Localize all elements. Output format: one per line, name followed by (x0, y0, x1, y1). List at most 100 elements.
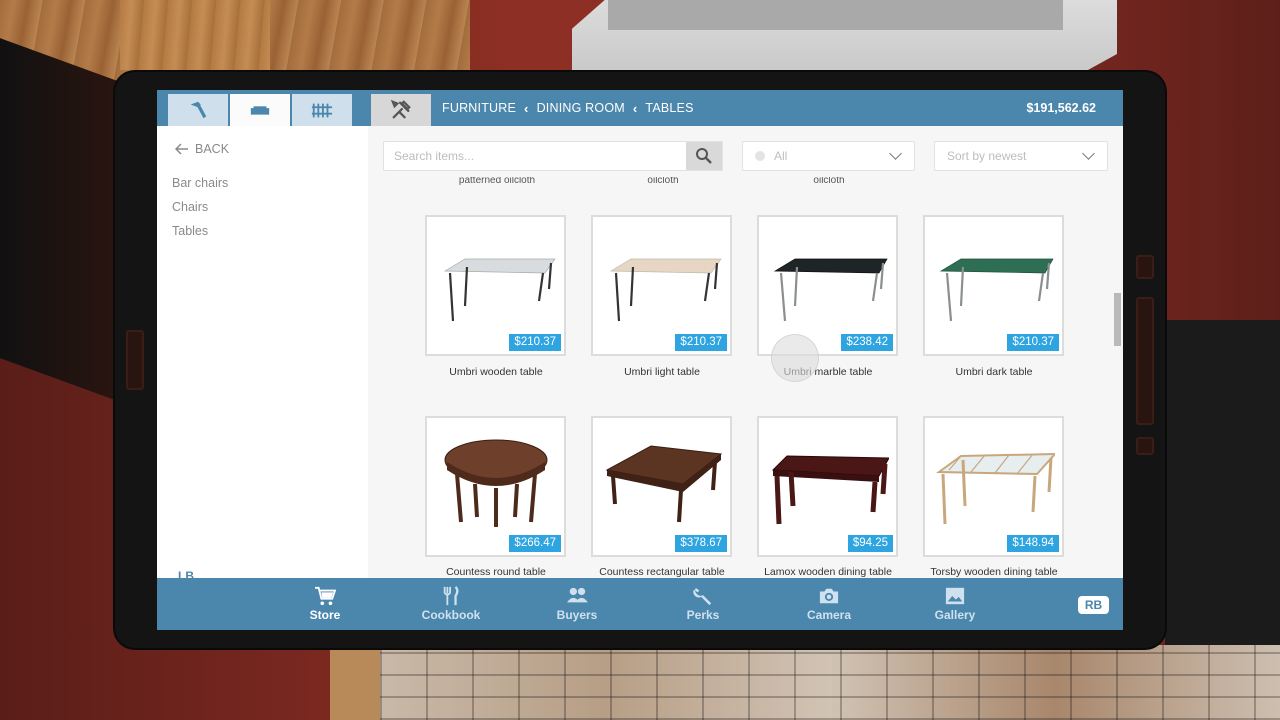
filter-color-dot (755, 151, 765, 161)
nav-label: Camera (806, 608, 852, 622)
nav-label: Buyers (556, 608, 598, 622)
nav-buyers[interactable]: Buyers (527, 578, 627, 630)
tiled-floor (380, 645, 1280, 720)
item-name: oilcloth (813, 177, 845, 186)
people-icon (567, 587, 588, 603)
table-image (936, 452, 1055, 525)
price-tag: $378.67 (675, 535, 727, 552)
sort-dropdown[interactable]: Sort by newest (934, 141, 1108, 171)
nav-camera[interactable]: Camera (779, 578, 879, 630)
item-card-umbri-dark-table[interactable]: $210.37 (923, 215, 1064, 356)
tab-furniture[interactable] (230, 94, 290, 126)
nav-label: Cookbook (421, 608, 481, 622)
arrow-left-icon (175, 143, 188, 155)
search-box (383, 141, 723, 171)
item-name: Countess rectangular table (599, 566, 725, 578)
search-icon (696, 148, 712, 164)
tab-tools-hammer[interactable] (168, 94, 228, 126)
sidebar-item-tables[interactable]: Tables (172, 224, 208, 238)
breadcrumb-tables: TABLES (645, 101, 694, 115)
table-image (609, 258, 722, 322)
item-name: Umbri wooden table (449, 366, 543, 378)
table-image (773, 258, 888, 322)
item-name: patterned oilcloth (458, 177, 536, 186)
door-shadow (0, 38, 120, 402)
price-tag: $266.47 (509, 535, 561, 552)
table-image (443, 258, 556, 322)
nav-label: Perks (686, 608, 720, 622)
nav-label: Store (309, 608, 341, 622)
search-button[interactable] (686, 142, 722, 170)
bottom-nav: Store Cookbook Buyers Perks Camera Galle… (157, 578, 1123, 630)
nav-gallery[interactable]: Gallery (905, 578, 1005, 630)
money-balance: $191,562.62 (1026, 101, 1096, 115)
item-name: Umbri light table (624, 366, 700, 378)
price-tag: $210.37 (509, 334, 561, 351)
nav-perks[interactable]: Perks (653, 578, 753, 630)
item-name: Umbri dark table (955, 366, 1033, 378)
item-grid-area: All Sort by newest patterned oilcloth oi… (368, 126, 1123, 578)
item-card-torsby-wooden-dining-table[interactable]: $148.94 (923, 416, 1064, 557)
breadcrumb-dining-room[interactable]: DINING ROOM (537, 101, 625, 115)
item-name: oilcloth (647, 177, 679, 186)
wrench-icon (693, 587, 712, 606)
nav-cookbook[interactable]: Cookbook (401, 578, 501, 630)
rb-button-hint[interactable]: RB (1078, 596, 1109, 614)
sort-value: Sort by newest (947, 149, 1027, 163)
price-tag: $94.25 (847, 535, 893, 552)
chevron-down-icon (889, 147, 902, 160)
back-button[interactable]: BACK (175, 142, 229, 156)
tablet-screen: FURNITURE ‹ DINING ROOM ‹ TABLES $191,56… (157, 90, 1123, 630)
cart-icon (315, 586, 336, 606)
price-tag: $210.37 (675, 334, 727, 351)
sidebar-item-bar-chairs[interactable]: Bar chairs (172, 176, 228, 190)
cursor-indicator (771, 334, 819, 382)
nav-store[interactable]: Store (275, 578, 375, 630)
search-input[interactable] (384, 142, 694, 170)
table-image (771, 455, 889, 525)
tools-icon (390, 99, 411, 119)
item-card-umbri-light-table[interactable]: $210.37 (591, 215, 732, 356)
top-bar: FURNITURE ‹ DINING ROOM ‹ TABLES $191,56… (157, 90, 1123, 126)
tablet-side-button (1136, 437, 1154, 455)
item-card-countess-round-table[interactable]: $266.47 (425, 416, 566, 557)
sidebar-item-chairs[interactable]: Chairs (172, 200, 208, 214)
category-sidebar: BACK Bar chairs Chairs Tables (157, 126, 368, 578)
item-card-lamox-wooden-dining-table[interactable]: $94.25 (757, 416, 898, 557)
breadcrumb: FURNITURE ‹ DINING ROOM ‹ TABLES (442, 90, 694, 126)
table-image (444, 439, 548, 527)
chevron-down-icon (1082, 147, 1095, 160)
shelf-inner (608, 0, 1063, 30)
item-card-umbri-wooden-table[interactable]: $210.37 (425, 215, 566, 356)
table-image (939, 258, 1054, 322)
tablet-side-button (1136, 297, 1154, 425)
filter-value: All (774, 149, 788, 163)
camera-icon (819, 588, 839, 604)
price-tag: $238.42 (841, 334, 893, 351)
chevron-left-icon: ‹ (632, 100, 638, 116)
tab-tools[interactable] (371, 94, 431, 126)
category-filter-dropdown[interactable]: All (742, 141, 915, 171)
tablet-side-button (1136, 255, 1154, 279)
item-card-umbri-marble-table[interactable]: $238.42 (757, 215, 898, 356)
tab-construction[interactable] (292, 94, 352, 126)
item-name: Lamox wooden dining table (764, 566, 892, 578)
price-tag: $148.94 (1007, 535, 1059, 552)
fence-icon (311, 103, 333, 118)
chevron-left-icon: ‹ (524, 100, 529, 116)
sofa-icon (250, 106, 270, 115)
nav-label: Gallery (934, 608, 976, 622)
back-label: BACK (195, 142, 230, 156)
item-name: Countess round table (446, 566, 546, 578)
cutlery-icon (443, 586, 459, 606)
item-name: Torsby wooden dining table (930, 566, 1058, 578)
breadcrumb-furniture[interactable]: FURNITURE (442, 101, 516, 115)
picture-icon (945, 587, 965, 605)
hammer-icon (190, 101, 207, 119)
table-image (605, 445, 723, 523)
item-name: Umbri marble table (783, 366, 873, 378)
scrollbar-thumb[interactable] (1114, 293, 1121, 346)
item-card-countess-rectangular-table[interactable]: $378.67 (591, 416, 732, 557)
tablet-side-button (126, 330, 144, 390)
price-tag: $210.37 (1007, 334, 1059, 351)
